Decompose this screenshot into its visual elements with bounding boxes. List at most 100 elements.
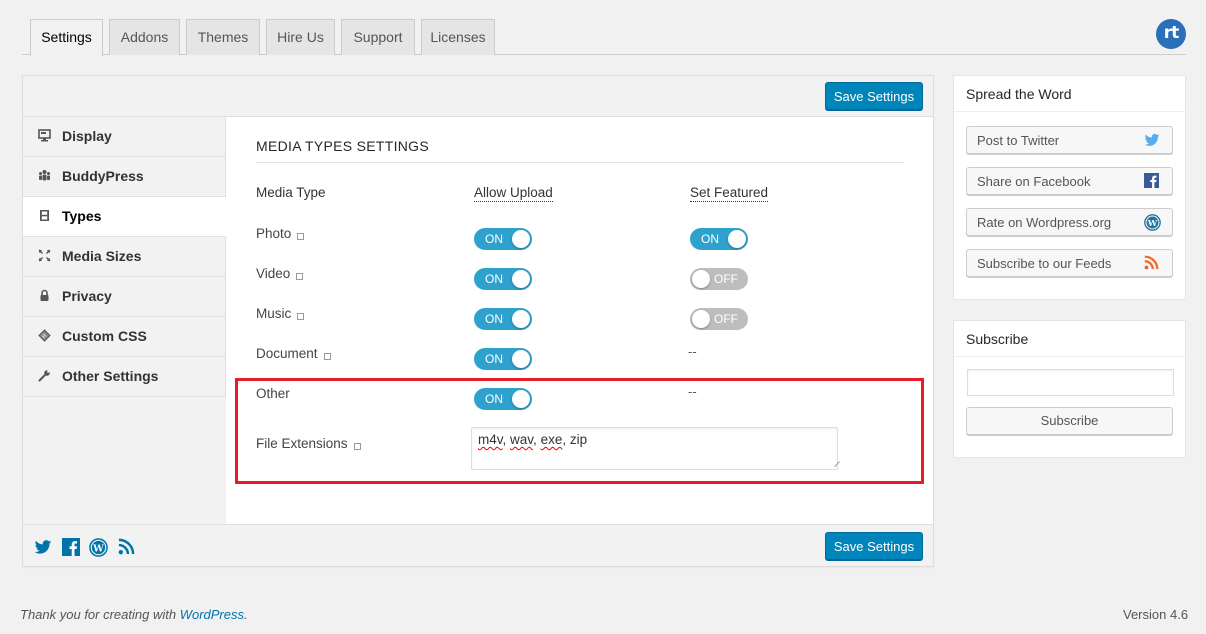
column-header-media-type: Media Type [256, 185, 326, 200]
lock-icon [37, 289, 51, 303]
sidebar-item-media-sizes[interactable]: Media Sizes [23, 237, 226, 277]
post-to-twitter-button[interactable]: Post to Twitter [966, 126, 1173, 154]
video-allow-upload-toggle[interactable]: ON [474, 268, 532, 290]
sidebar-item-custom-css[interactable]: Custom CSS [23, 317, 226, 357]
sidebar-item-label: Media Sizes [62, 248, 142, 264]
rss-icon [1144, 255, 1160, 271]
toggle-state-label: OFF [714, 272, 738, 286]
help-icon[interactable] [323, 353, 331, 360]
media-type-row-video: Video [256, 266, 304, 281]
facebook-icon[interactable] [62, 538, 80, 556]
sidebar-item-display[interactable]: Display [23, 117, 226, 157]
tab-hire-us[interactable]: Hire Us [266, 19, 335, 55]
toggle-knob [512, 350, 530, 368]
media-type-label: Music [256, 306, 292, 321]
film-strip-icon [37, 209, 51, 223]
save-settings-button-bottom[interactable]: Save Settings [825, 532, 923, 560]
resize-icon [37, 249, 51, 263]
photo-allow-upload-toggle[interactable]: ON [474, 228, 532, 250]
sidebar-item-privacy[interactable]: Privacy [23, 277, 226, 317]
button-label: Rate on Wordpress.org [977, 215, 1112, 230]
wordpress-link[interactable]: WordPress [180, 607, 244, 622]
extension-token: wav [510, 432, 534, 447]
svg-text:W: W [1147, 219, 1158, 229]
button-label: Post to Twitter [977, 133, 1060, 148]
sidebar-item-label: Display [62, 128, 112, 144]
music-set-featured-toggle[interactable]: OFF [690, 308, 748, 330]
subscribe-button[interactable]: Subscribe [966, 407, 1173, 435]
section-divider [256, 162, 904, 163]
spread-the-word-widget: Spread the Word Post to Twitter Share on… [953, 75, 1186, 300]
share-on-facebook-button[interactable]: Share on Facebook [966, 167, 1173, 195]
settings-panel: Save Settings Display BuddyPress Types M… [22, 75, 934, 567]
desktop-icon [37, 129, 51, 143]
toggle-knob [512, 390, 530, 408]
video-set-featured-toggle[interactable]: OFF [690, 268, 748, 290]
sidebar-item-buddypress[interactable]: BuddyPress [23, 157, 226, 197]
rss-icon[interactable] [118, 538, 136, 556]
media-type-row-photo: Photo [256, 226, 305, 241]
toggle-knob [692, 310, 710, 328]
widget-title: Subscribe [954, 321, 1185, 357]
version-label: Version 4.6 [1123, 607, 1189, 622]
help-icon[interactable] [353, 443, 361, 450]
footer-thanks: Thank you for creating with WordPress. [20, 607, 248, 622]
footer-thanks-text: Thank you for creating with [20, 607, 180, 622]
toggle-knob [512, 270, 530, 288]
toggle-state-label: ON [485, 232, 503, 246]
sidebar-item-other-settings[interactable]: Other Settings [23, 357, 226, 397]
music-allow-upload-toggle[interactable]: ON [474, 308, 532, 330]
toggle-state-label: ON [485, 352, 503, 366]
twitter-icon [1144, 132, 1160, 148]
facebook-icon [1144, 173, 1160, 189]
toggle-knob [728, 230, 746, 248]
help-icon[interactable] [296, 273, 304, 280]
tab-support[interactable]: Support [341, 19, 415, 55]
sidebar-item-label: Privacy [62, 288, 112, 304]
media-type-label: Other [256, 386, 290, 401]
file-extensions-row: File Extensions [256, 436, 361, 451]
tab-licenses[interactable]: Licenses [421, 19, 495, 55]
section-title: MEDIA TYPES SETTINGS [256, 138, 430, 154]
toggle-knob [512, 310, 530, 328]
twitter-icon[interactable] [34, 538, 52, 556]
media-type-label: Video [256, 266, 291, 281]
wordpress-icon: W [1144, 214, 1161, 231]
file-extensions-textarea[interactable]: m4v, wav, exe, zip [471, 427, 840, 470]
toggle-state-label: ON [485, 392, 503, 406]
tab-settings[interactable]: Settings [30, 19, 103, 56]
textarea-resize-handle[interactable] [830, 457, 840, 467]
sidebar-item-label: Types [62, 208, 102, 224]
panel-footer: W Save Settings [23, 524, 933, 566]
media-type-row-music: Music [256, 306, 305, 321]
sidebar-item-types[interactable]: Types [23, 197, 226, 237]
svg-text:W: W [92, 543, 104, 554]
other-allow-upload-toggle[interactable]: ON [474, 388, 532, 410]
media-type-row-document: Document [256, 346, 331, 361]
wordpress-icon[interactable]: W [89, 538, 108, 557]
subscribe-email-input[interactable] [967, 369, 1174, 396]
tab-addons[interactable]: Addons [109, 19, 180, 55]
toggle-state-label: ON [485, 272, 503, 286]
other-set-featured-na: -- [688, 384, 697, 399]
toggle-state-label: ON [701, 232, 719, 246]
toggle-state-label: OFF [714, 312, 738, 326]
extension-token: zip [569, 432, 588, 447]
sidebar-item-label: BuddyPress [62, 168, 144, 184]
media-type-row-other: Other [256, 386, 290, 401]
groups-icon [37, 169, 51, 183]
toggle-state-label: ON [485, 312, 503, 326]
photo-set-featured-toggle[interactable]: ON [690, 228, 748, 250]
subscribe-to-feeds-button[interactable]: Subscribe to our Feeds [966, 249, 1173, 277]
save-settings-button-top[interactable]: Save Settings [825, 82, 923, 110]
help-icon[interactable] [297, 313, 305, 320]
document-allow-upload-toggle[interactable]: ON [474, 348, 532, 370]
help-icon[interactable] [297, 233, 305, 240]
rtcamp-logo-icon[interactable]: rt [1156, 19, 1186, 49]
wrench-icon [37, 369, 51, 383]
button-label: Subscribe to our Feeds [977, 256, 1112, 271]
media-type-label: Document [256, 346, 318, 361]
rate-on-wordpress-button[interactable]: Rate on Wordpress.org W [966, 208, 1173, 236]
sidebar-item-label: Custom CSS [62, 328, 147, 344]
tab-themes[interactable]: Themes [186, 19, 260, 55]
